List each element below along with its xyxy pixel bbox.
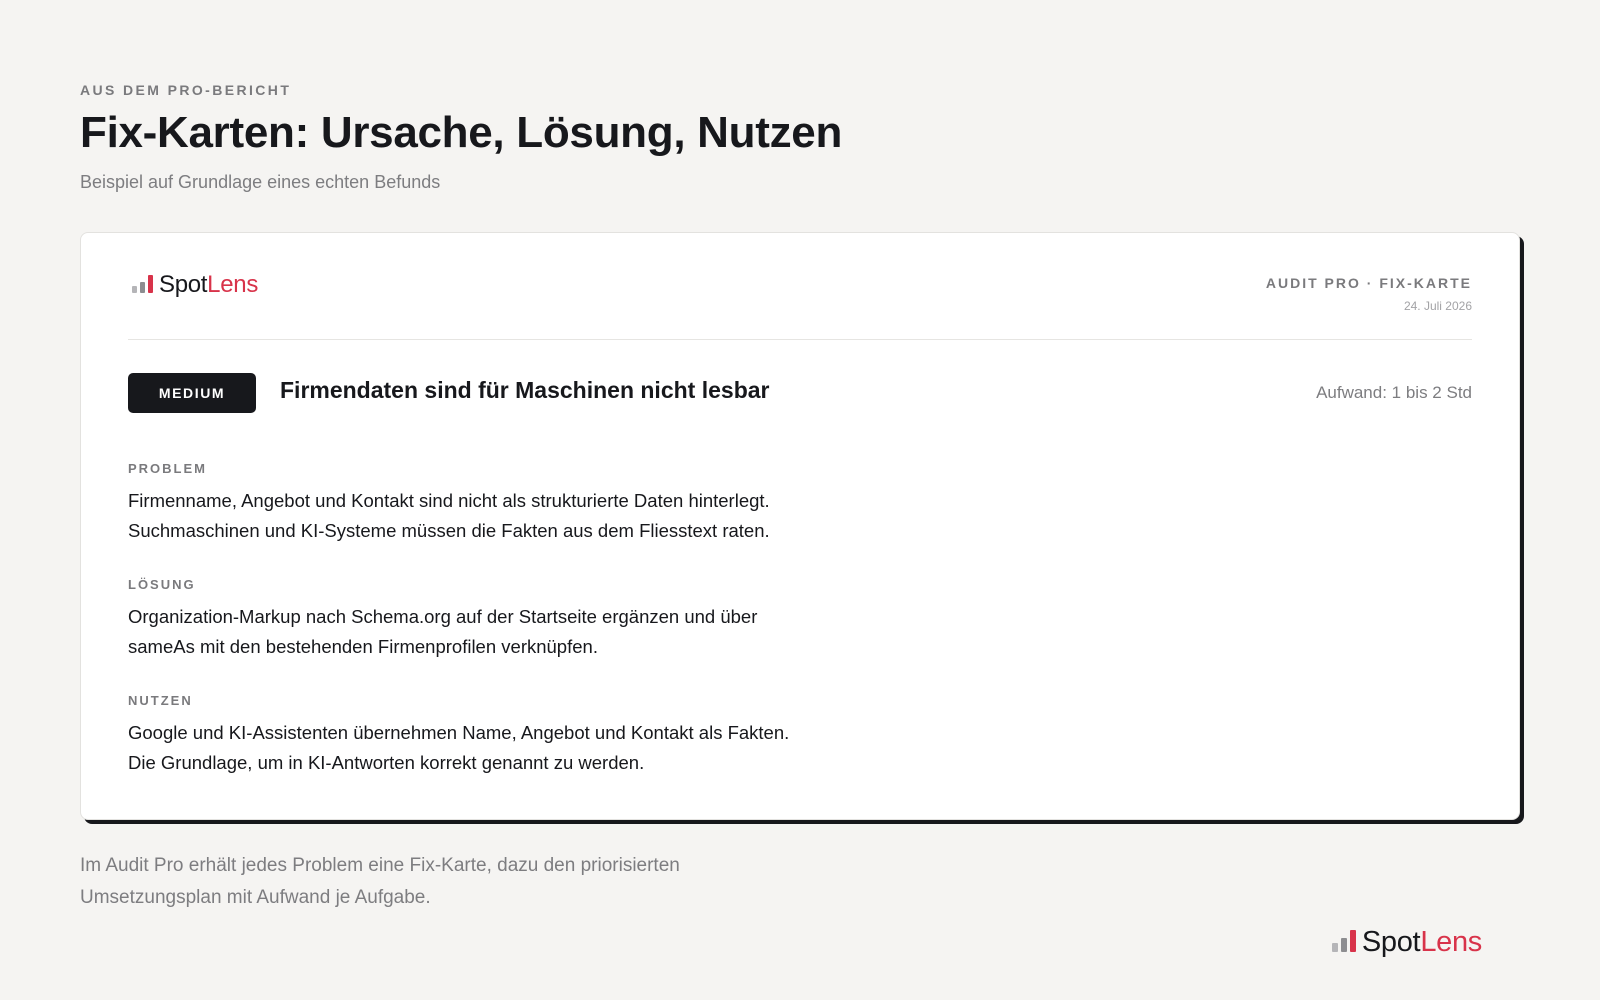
section-line: Organization-Markup nach Schema.org auf … (128, 606, 758, 627)
logo-bar-3 (1349, 930, 1356, 952)
section-label-problem: PROBLEM (128, 461, 207, 476)
section-loesung: LÖSUNG Organization-Markup nach Schema.o… (128, 577, 928, 662)
bars-logo-icon (1331, 930, 1356, 952)
bars-logo-icon (132, 275, 153, 293)
severity-badge: MEDIUM (128, 373, 256, 413)
card-date: 24. Juli 2026 (1403, 299, 1472, 313)
issue-row: MEDIUM Firmendaten sind für Maschinen ni… (128, 373, 1472, 415)
footer-brand-logo: SpotLens (1331, 928, 1482, 957)
section-text-loesung: Organization-Markup nach Schema.org auf … (128, 602, 928, 662)
section-line: Google und KI-Assistenten übernehmen Nam… (128, 722, 790, 743)
card-meta-label: AUDIT PRO · FIX-KARTE (1265, 275, 1472, 291)
section-line: sameAs mit den bestehenden Firmenprofile… (128, 636, 598, 657)
logo-bar-3 (148, 275, 153, 293)
brand-logo: SpotLens (132, 273, 258, 297)
card-header: SpotLens AUDIT PRO · FIX-KARTE 24. Juli … (128, 233, 1472, 340)
brand-wordmark-spot: Spot (1361, 926, 1421, 958)
section-label-loesung: LÖSUNG (128, 577, 196, 592)
brand-wordmark: SpotLens (159, 273, 258, 297)
footer-line: Im Audit Pro erhält jedes Problem eine F… (80, 855, 680, 876)
footer-line: Umsetzungsplan mit Aufwand je Aufgabe. (80, 887, 431, 908)
page-subtitle: Beispiel auf Grundlage eines echten Befu… (80, 172, 441, 192)
brand-wordmark: SpotLens (1362, 928, 1482, 957)
footer-note: Im Audit Pro erhält jedes Problem eine F… (80, 850, 840, 914)
fix-card: SpotLens AUDIT PRO · FIX-KARTE 24. Juli … (80, 232, 1520, 820)
section-problem: PROBLEM Firmenname, Angebot und Kontakt … (128, 461, 928, 546)
brand-wordmark-lens: Lens (207, 271, 259, 298)
section-text-nutzen: Google und KI-Assistenten übernehmen Nam… (128, 718, 928, 778)
brand-wordmark-lens: Lens (1420, 926, 1482, 958)
logo-bar-1 (132, 286, 137, 293)
eyebrow-label: AUS DEM PRO-BERICHT (80, 82, 292, 98)
section-line: Firmenname, Angebot und Kontakt sind nic… (128, 490, 770, 511)
page-title: Fix-Karten: Ursache, Lösung, Nutzen (80, 108, 843, 157)
logo-bar-1 (1331, 943, 1338, 952)
logo-bar-2 (140, 282, 145, 293)
section-label-nutzen: NUTZEN (128, 693, 193, 708)
section-text-problem: Firmenname, Angebot und Kontakt sind nic… (128, 486, 928, 546)
effort-label: Aufwand: 1 bis 2 Std (1316, 383, 1472, 402)
logo-bar-2 (1340, 938, 1347, 952)
section-line: Die Grundlage, um in KI-Antworten korrek… (128, 752, 645, 773)
brand-wordmark-spot: Spot (159, 271, 208, 298)
section-nutzen: NUTZEN Google und KI-Assistenten überneh… (128, 693, 928, 778)
issue-title: Firmendaten sind für Maschinen nicht les… (280, 377, 770, 403)
card-meta: AUDIT PRO · FIX-KARTE 24. Juli 2026 (1266, 275, 1472, 313)
section-line: Suchmaschinen und KI-Systeme müssen die … (128, 520, 770, 541)
